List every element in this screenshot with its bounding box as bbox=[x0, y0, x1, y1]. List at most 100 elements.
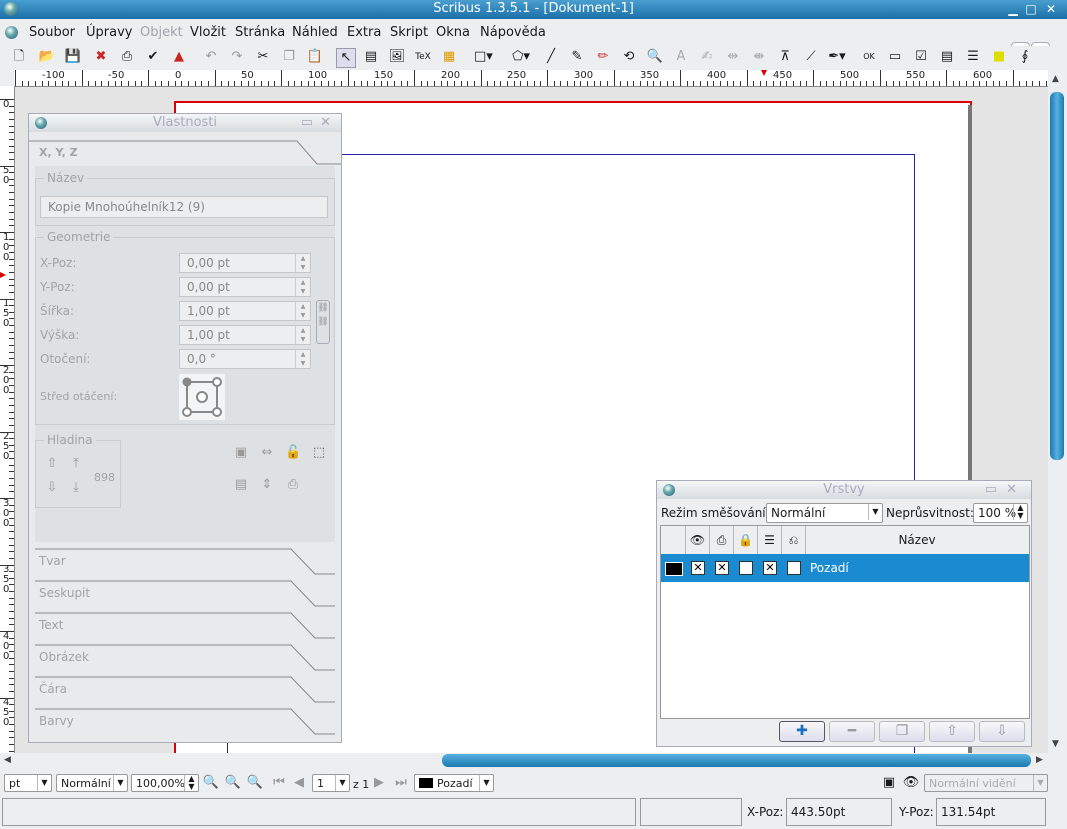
layers-titlebar[interactable]: Vrstvy ▭ ✕ bbox=[657, 481, 1031, 499]
level-down-icon[interactable]: ⇩ bbox=[44, 481, 60, 495]
close-icon[interactable]: ✕ bbox=[1044, 2, 1058, 16]
layer-select[interactable]: Pozadí ▼ bbox=[414, 774, 494, 792]
scroll-left-icon[interactable]: ◀ bbox=[4, 755, 11, 765]
shape-icon[interactable]: □▾ bbox=[474, 48, 493, 66]
table-icon[interactable]: ▦ bbox=[440, 48, 458, 66]
close-palette-icon[interactable]: ✕ bbox=[320, 114, 331, 132]
raise-layer-button[interactable]: ⇧ bbox=[929, 721, 975, 742]
scroll-up-icon[interactable]: ▲ bbox=[1052, 74, 1059, 84]
float-palette-icon[interactable]: ▭ bbox=[301, 114, 313, 132]
zoom-in-icon[interactable]: 🔍 bbox=[246, 774, 264, 792]
menu-okna[interactable]: Okna bbox=[436, 25, 470, 40]
chain-link-icon[interactable]: ⛓ ⛓ bbox=[316, 300, 330, 344]
blend-mode-select[interactable]: Normální ▼ bbox=[766, 503, 883, 523]
bounding-box-icon[interactable]: ⬚ bbox=[311, 446, 327, 460]
opacity-input[interactable]: 100 % ▲ ▼ bbox=[973, 503, 1028, 523]
pdf-textfield-icon[interactable]: ▭ bbox=[886, 48, 904, 66]
flip-horizontal-icon[interactable]: ⇔ bbox=[259, 446, 275, 460]
menu-extra[interactable]: Extra bbox=[347, 25, 381, 40]
ypos-field[interactable]: 0,00 pt ▲ ▼ bbox=[179, 277, 311, 297]
edit-text-icon[interactable]: A bbox=[672, 48, 690, 66]
unlink-frames-icon[interactable]: ⇼ bbox=[750, 48, 768, 66]
float-palette-icon[interactable]: ▭ bbox=[985, 481, 997, 499]
copy-properties-icon[interactable]: ⟋ bbox=[802, 48, 820, 66]
level-bottom-icon[interactable]: ⤓ bbox=[68, 481, 84, 495]
redo-icon[interactable]: ↷ bbox=[228, 48, 246, 66]
vertical-ruler[interactable]: 0 5 0 1 0 0 1 5 0 2 0 0 2 5 0 3 0 0 3 5 … bbox=[0, 86, 15, 753]
lower-layer-button[interactable]: ⇩ bbox=[979, 721, 1025, 742]
pdf-annotation-icon[interactable]: ■ bbox=[990, 48, 1008, 66]
document-menu-icon[interactable] bbox=[5, 26, 18, 39]
menu-skript[interactable]: Skript bbox=[390, 25, 428, 40]
image-quality-select[interactable]: Normální ▼ bbox=[56, 774, 128, 792]
paste-icon[interactable]: 📋 bbox=[306, 48, 324, 66]
menu-soubor[interactable]: Soubor bbox=[29, 25, 75, 40]
locked-checkbox[interactable] bbox=[739, 561, 753, 575]
prev-page-icon[interactable]: ◀ bbox=[290, 774, 308, 792]
spin-icon[interactable]: ▲ ▼ bbox=[295, 326, 310, 344]
bezier-icon[interactable]: ✎ bbox=[568, 48, 586, 66]
layer-name[interactable]: Pozadí bbox=[810, 561, 849, 575]
lock-object-icon[interactable]: ▣ bbox=[233, 446, 249, 460]
text-frame-icon[interactable]: ▤ bbox=[362, 48, 380, 66]
select-tool-icon[interactable]: ↖ bbox=[336, 48, 356, 68]
rotate-icon[interactable]: ⟲ bbox=[620, 48, 638, 66]
link-frames-icon[interactable]: ⇹ bbox=[724, 48, 742, 66]
add-layer-button[interactable]: ✚ bbox=[779, 721, 825, 742]
properties-titlebar[interactable]: Vlastnosti ▭ ✕ bbox=[29, 114, 341, 132]
pdf-combobox-icon[interactable]: ▤ bbox=[938, 48, 956, 66]
menu-objekt[interactable]: Objekt bbox=[140, 25, 183, 40]
next-page-icon[interactable]: ▶ bbox=[370, 774, 388, 792]
rotation-field[interactable]: 0,0 ° ▲ ▼ bbox=[179, 349, 311, 369]
pdf-button-icon[interactable]: OK bbox=[860, 48, 878, 66]
maximize-icon[interactable]: □ bbox=[1024, 2, 1038, 16]
eyedropper-icon[interactable]: ✒▾ bbox=[828, 48, 846, 66]
undo-icon[interactable]: ↶ bbox=[202, 48, 220, 66]
object-name-field[interactable]: Kopie Mnohoúhelník12 (9) bbox=[40, 196, 328, 218]
lock-size-icon[interactable]: 🔓 bbox=[285, 446, 301, 460]
open-icon[interactable]: 📂 bbox=[38, 48, 56, 66]
save-icon[interactable]: 💾 bbox=[64, 48, 82, 66]
zoom-100-icon[interactable]: 🔍 bbox=[224, 774, 242, 792]
duplicate-layer-button[interactable]: ❐ bbox=[879, 721, 925, 742]
visual-appearance-icon[interactable]: 👁 bbox=[902, 774, 920, 792]
cut-icon[interactable]: ✂ bbox=[254, 48, 272, 66]
spin-icon[interactable]: ▲ ▼ bbox=[295, 302, 310, 320]
xpos-field[interactable]: 0,00 pt ▲ ▼ bbox=[179, 253, 311, 273]
rotation-center-icon[interactable] bbox=[179, 374, 225, 420]
width-field[interactable]: 1,00 pt ▲ ▼ bbox=[179, 301, 311, 321]
outline-checkbox[interactable] bbox=[787, 561, 801, 575]
spin-icon[interactable]: ▲ ▼ bbox=[295, 254, 310, 272]
last-page-icon[interactable]: ⏭ bbox=[392, 774, 410, 792]
height-field[interactable]: 1,00 pt ▲ ▼ bbox=[179, 325, 311, 345]
zoom-input[interactable]: 100,00% ▲ ▼ bbox=[131, 774, 199, 792]
visible-checkbox[interactable]: ✕ bbox=[691, 561, 705, 575]
latex-frame-icon[interactable]: TeX bbox=[414, 48, 432, 66]
measure-icon[interactable]: ⊼ bbox=[776, 48, 794, 66]
story-editor-icon[interactable]: ✍ bbox=[698, 48, 716, 66]
polygon-icon[interactable]: ⬠▾ bbox=[512, 48, 530, 66]
horizontal-scroll-thumb[interactable] bbox=[442, 754, 1031, 767]
flip-vertical-icon[interactable]: ⇕ bbox=[259, 478, 275, 492]
menu-stranka[interactable]: Stránka bbox=[235, 25, 285, 40]
preflight-icon[interactable]: ✔ bbox=[144, 48, 162, 66]
no-print-icon[interactable]: ⎙ bbox=[285, 478, 301, 492]
pdf-link-icon[interactable]: ∮ bbox=[1016, 48, 1034, 66]
scroll-right-icon[interactable]: ▶ bbox=[1036, 755, 1043, 765]
image-frame-icon[interactable]: 🖼 bbox=[388, 48, 406, 66]
print-toggle-icon[interactable]: ▤ bbox=[233, 478, 249, 492]
menu-upravy[interactable]: Úpravy bbox=[86, 25, 132, 40]
menu-nahled[interactable]: Náhled bbox=[292, 25, 338, 40]
spin-icon[interactable]: ▲ ▼ bbox=[295, 350, 310, 368]
close-document-icon[interactable]: ✖ bbox=[92, 48, 110, 66]
close-palette-icon[interactable]: ✕ bbox=[1006, 481, 1017, 499]
new-document-icon[interactable]: 🗋 bbox=[10, 48, 28, 66]
copy-icon[interactable]: ❐ bbox=[280, 48, 298, 66]
line-icon[interactable]: ╱ bbox=[542, 48, 560, 66]
unit-select[interactable]: pt ▼ bbox=[4, 774, 52, 792]
pdf-export-icon[interactable]: ▲ bbox=[170, 48, 188, 66]
zoom-icon[interactable]: 🔍 bbox=[646, 48, 664, 66]
spin-icon[interactable]: ▲ ▼ bbox=[295, 278, 310, 296]
freehand-icon[interactable]: ✏ bbox=[594, 48, 612, 66]
vertical-scroll-thumb[interactable] bbox=[1050, 92, 1064, 460]
